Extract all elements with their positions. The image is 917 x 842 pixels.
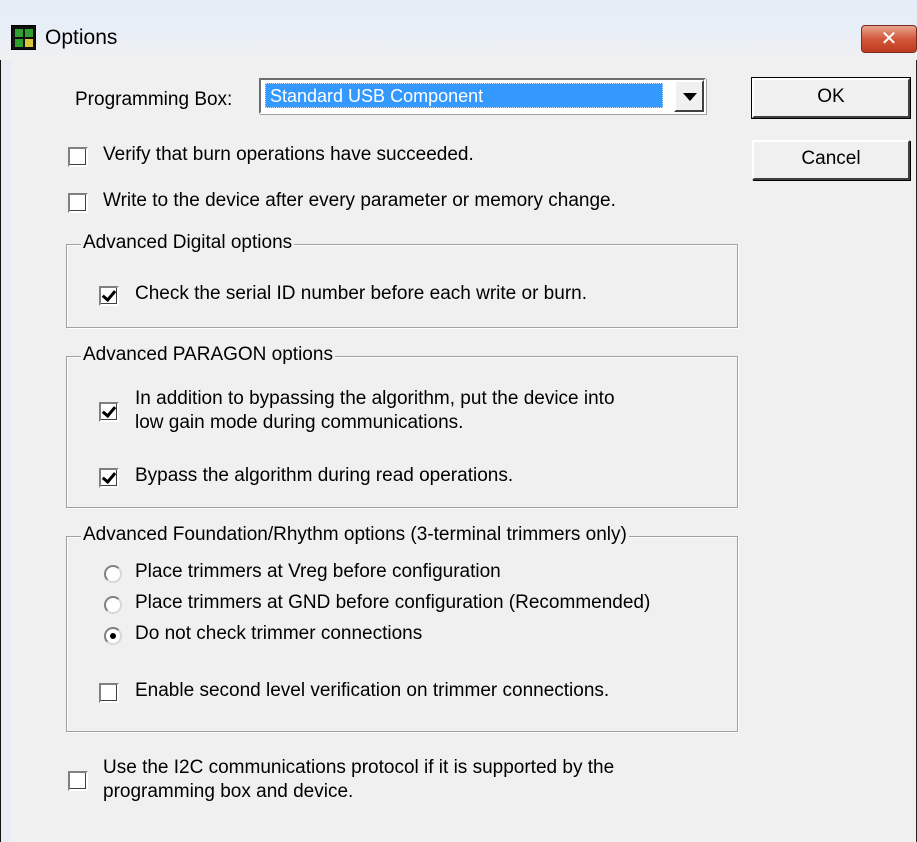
radio-vreg-label: Place trimmers at Vreg before configurat… [135, 561, 501, 582]
app-icon [11, 25, 36, 50]
verify-burn-checkbox[interactable] [68, 147, 88, 167]
chevron-down-icon[interactable] [674, 80, 704, 112]
foundation-options-title: Advanced Foundation/Rhythm options (3-te… [81, 524, 629, 546]
paragon-options-title: Advanced PARAGON options [81, 344, 335, 366]
close-button[interactable]: ✕ [861, 25, 917, 53]
write-after-change-checkbox[interactable] [68, 193, 88, 213]
radio-no-check-label: Do not check trimmer connections [135, 623, 423, 644]
close-icon: ✕ [880, 28, 898, 50]
i2c-label-line2: programming box and device. [103, 781, 354, 802]
i2c-label-line1: Use the I2C communications protocol if i… [103, 757, 615, 778]
radio-vreg[interactable] [104, 565, 122, 583]
bypass-read-checkbox[interactable] [99, 468, 119, 488]
title-bar[interactable]: Options ✕ [0, 0, 917, 60]
check-serial-label: Check the serial ID number before each w… [135, 283, 587, 304]
radio-no-check[interactable] [104, 627, 122, 645]
i2c-checkbox[interactable] [68, 771, 88, 791]
verify-burn-label: Verify that burn operations have succeed… [103, 144, 474, 165]
ok-button[interactable]: OK [751, 77, 911, 119]
radio-gnd[interactable] [104, 596, 122, 614]
second-level-label: Enable second level verification on trim… [135, 680, 610, 701]
programming-box-label: Programming Box: [75, 89, 233, 110]
window-title: Options [45, 26, 118, 49]
programming-box-value: Standard USB Component [265, 83, 663, 108]
cancel-button[interactable]: Cancel [752, 140, 910, 180]
second-level-checkbox[interactable] [99, 683, 119, 703]
bypass-read-label: Bypass the algorithm during read operati… [135, 465, 514, 486]
digital-options-title: Advanced Digital options [81, 232, 295, 254]
programming-box-select[interactable]: Standard USB Component [259, 78, 706, 114]
low-gain-label-line2: low gain mode during communications. [135, 412, 464, 433]
write-after-change-label: Write to the device after every paramete… [103, 190, 616, 211]
low-gain-label-line1: In addition to bypassing the algorithm, … [135, 388, 615, 409]
low-gain-checkbox[interactable] [99, 402, 119, 422]
radio-gnd-label: Place trimmers at GND before configurati… [135, 592, 651, 613]
check-serial-checkbox[interactable] [99, 286, 119, 306]
